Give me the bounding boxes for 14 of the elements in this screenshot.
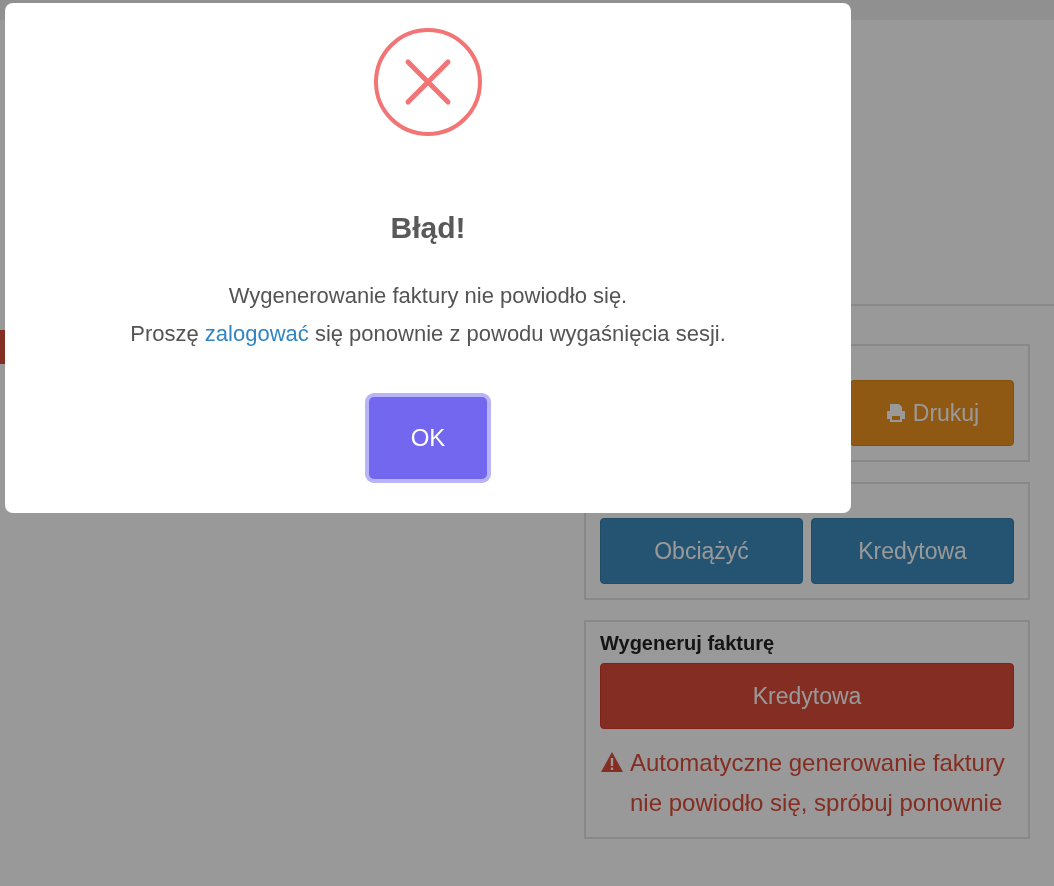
debit-button[interactable]: Obciążyć	[600, 518, 803, 584]
ok-button[interactable]: OK	[369, 397, 487, 479]
credit-button[interactable]: Kredytowa	[811, 518, 1014, 584]
panel-title: Wygeneruj fakturę	[600, 632, 776, 655]
dialog-title: Błąd!	[390, 211, 466, 245]
warning-message: Automatyczne generowanie faktury nie powiodło się, spróbuj ponownie	[630, 748, 1006, 818]
dialog-message: Wygenerowanie faktury nie powiodło się.	[227, 282, 629, 310]
dialog-message: Proszę zalogować się ponownie z powodu wygaśnięcia sesji.	[130, 320, 726, 348]
credit-button[interactable]: Kredytowa	[600, 663, 1014, 729]
printer-icon	[884, 402, 907, 424]
warning-icon	[600, 751, 624, 773]
login-link[interactable]: zalogować	[204, 321, 309, 346]
print-button[interactable]: Drukuj	[850, 380, 1014, 446]
error-icon	[373, 27, 483, 137]
